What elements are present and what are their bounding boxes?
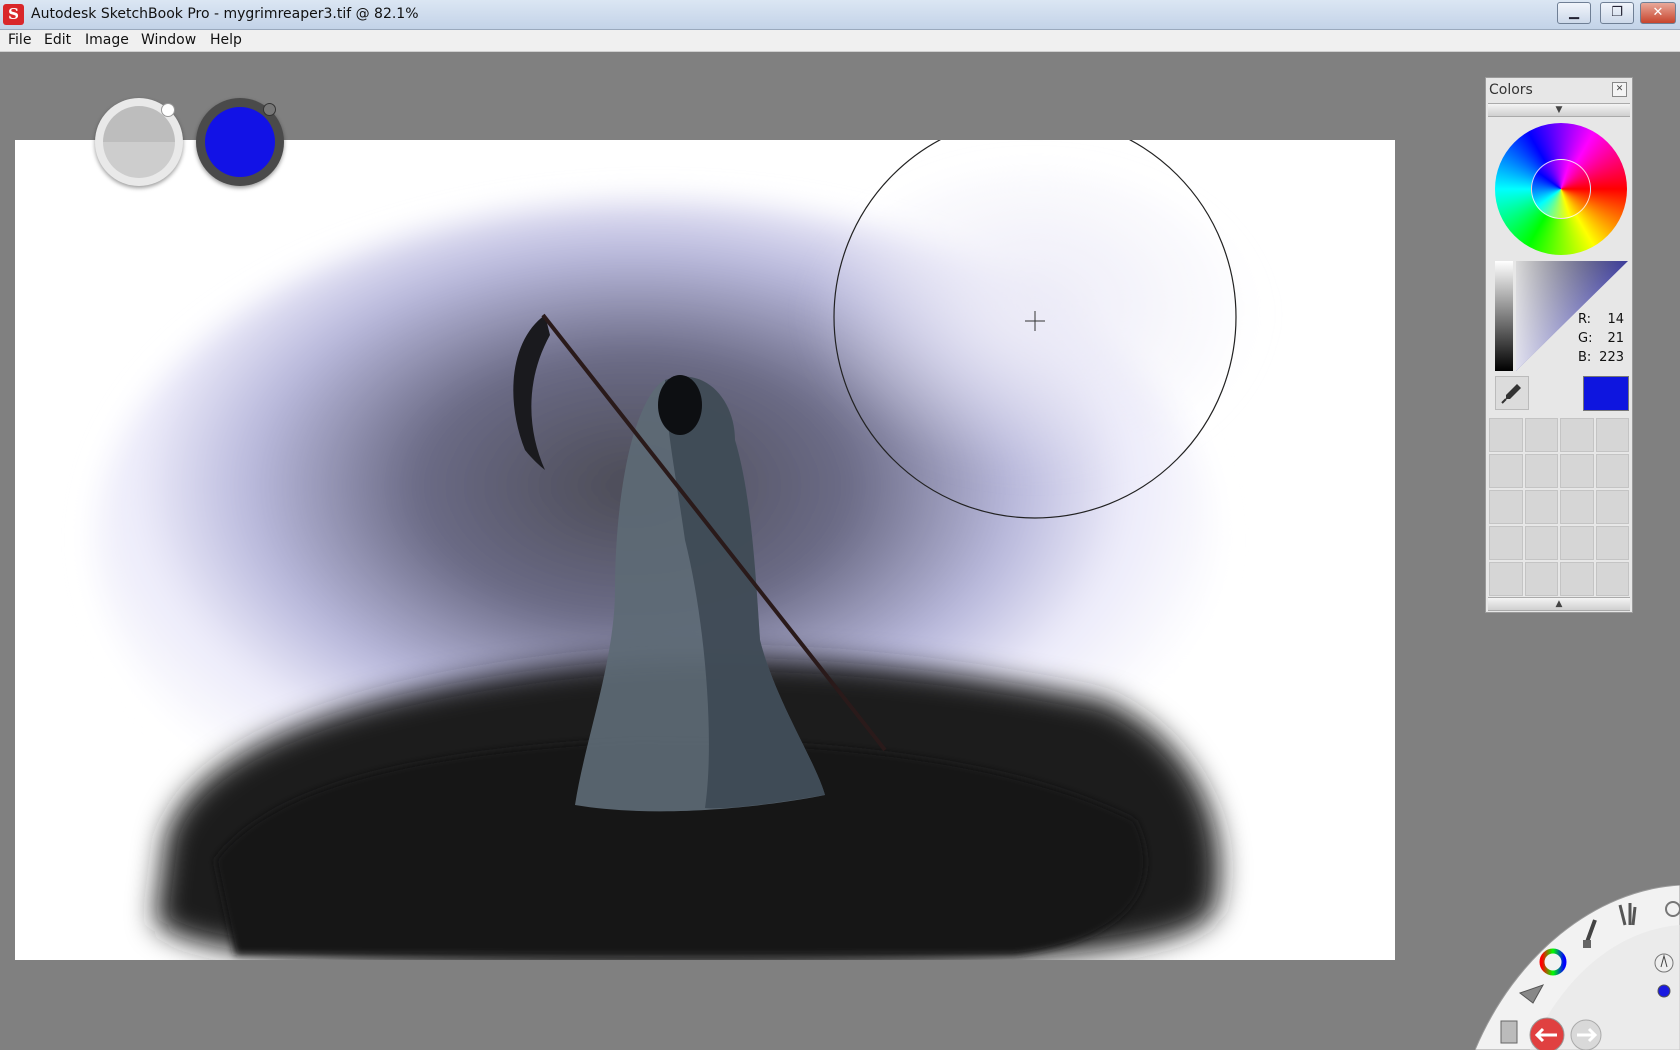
sketchbook-app-icon[interactable]: S (3, 4, 24, 25)
puck-indicator-icon (161, 103, 175, 117)
color-swatch[interactable] (1524, 562, 1558, 596)
menu-help[interactable]: Help (210, 32, 242, 48)
color-swatch[interactable] (1595, 418, 1629, 452)
window-title: Autodesk SketchBook Pro - mygrimreaper3.… (31, 6, 419, 22)
puck-indicator-icon (263, 103, 276, 116)
color-swatch[interactable] (1489, 490, 1523, 524)
g-value[interactable]: 21 (1598, 331, 1624, 346)
expand-panel-bar[interactable]: ▲ (1488, 597, 1630, 611)
brush-color-puck[interactable] (95, 98, 183, 186)
close-panel-icon[interactable]: ✕ (1612, 82, 1627, 97)
color-swatch[interactable] (1489, 526, 1523, 560)
color-swatch[interactable] (1560, 454, 1594, 488)
color-swatch[interactable] (1524, 418, 1558, 452)
undo-icon[interactable] (1529, 1017, 1565, 1050)
color-swatch[interactable] (1489, 454, 1523, 488)
color-wheel[interactable] (1495, 123, 1627, 255)
menu-bar: File Edit Image Window Help (0, 30, 1680, 52)
collapse-panel-bar[interactable]: ▼ (1488, 103, 1630, 117)
redo-icon[interactable] (1570, 1019, 1602, 1050)
color-swatch[interactable] (1560, 526, 1594, 560)
color-swatch[interactable] (1595, 526, 1629, 560)
color-swatch[interactable] (1524, 526, 1558, 560)
r-label: R: (1578, 312, 1592, 327)
menu-image[interactable]: Image (85, 32, 129, 48)
current-color-swatch[interactable] (1583, 376, 1629, 411)
drawing-canvas[interactable] (15, 140, 1395, 960)
b-value[interactable]: 223 (1598, 350, 1624, 365)
color-swatch[interactable] (1595, 562, 1629, 596)
color-swatch-grid (1489, 418, 1629, 596)
color-swatch[interactable] (1489, 418, 1523, 452)
pencil-tool-icon[interactable] (1654, 953, 1674, 973)
color-swatch[interactable] (1560, 562, 1594, 596)
layer-icon[interactable] (1500, 1020, 1518, 1044)
color-swatch[interactable] (1595, 454, 1629, 488)
panel-title: Colors (1489, 82, 1533, 98)
restore-button[interactable]: ❐ (1600, 2, 1634, 24)
b-label: B: (1578, 350, 1592, 365)
eyedropper-icon[interactable] (1495, 376, 1529, 410)
gray-strip[interactable] (1495, 261, 1513, 371)
color-indicator-icon (1657, 984, 1671, 998)
color-swatch[interactable] (1524, 454, 1558, 488)
color-swatch[interactable] (1489, 562, 1523, 596)
minimize-button[interactable]: ▁ (1557, 2, 1591, 24)
r-value[interactable]: 14 (1598, 312, 1624, 327)
color-swatch[interactable] (1560, 418, 1594, 452)
brush-color-fill (103, 106, 175, 178)
lagoon-menu (1475, 885, 1680, 1050)
brush-cursor (833, 140, 1237, 519)
colors-panel: Colors ✕ ▼ R: 14 G: 21 B: 223 ▲ (1485, 77, 1633, 613)
fill-color-puck[interactable] (196, 98, 284, 186)
color-wheel-inner[interactable] (1531, 159, 1591, 219)
color-swatch[interactable] (1560, 490, 1594, 524)
fill-color-fill (205, 107, 275, 177)
menu-edit[interactable]: Edit (44, 32, 71, 48)
close-button[interactable]: ✕ (1640, 2, 1676, 24)
menu-file[interactable]: File (8, 32, 31, 48)
menu-window[interactable]: Window (141, 32, 196, 48)
color-swatch[interactable] (1524, 490, 1558, 524)
color-swatch[interactable] (1595, 490, 1629, 524)
title-bar: S Autodesk SketchBook Pro - mygrimreaper… (0, 0, 1680, 30)
g-label: G: (1578, 331, 1593, 346)
